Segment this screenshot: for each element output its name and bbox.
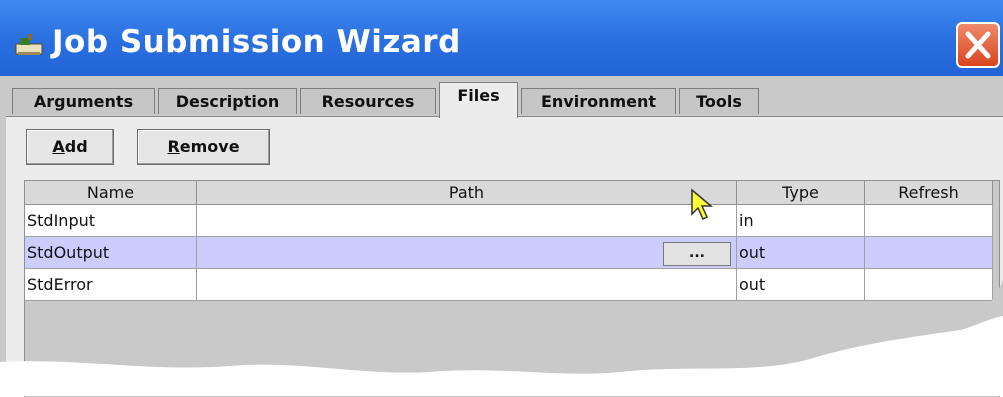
tab-files[interactable]: Files [439,82,518,118]
torn-edge-decoration [0,280,1003,396]
